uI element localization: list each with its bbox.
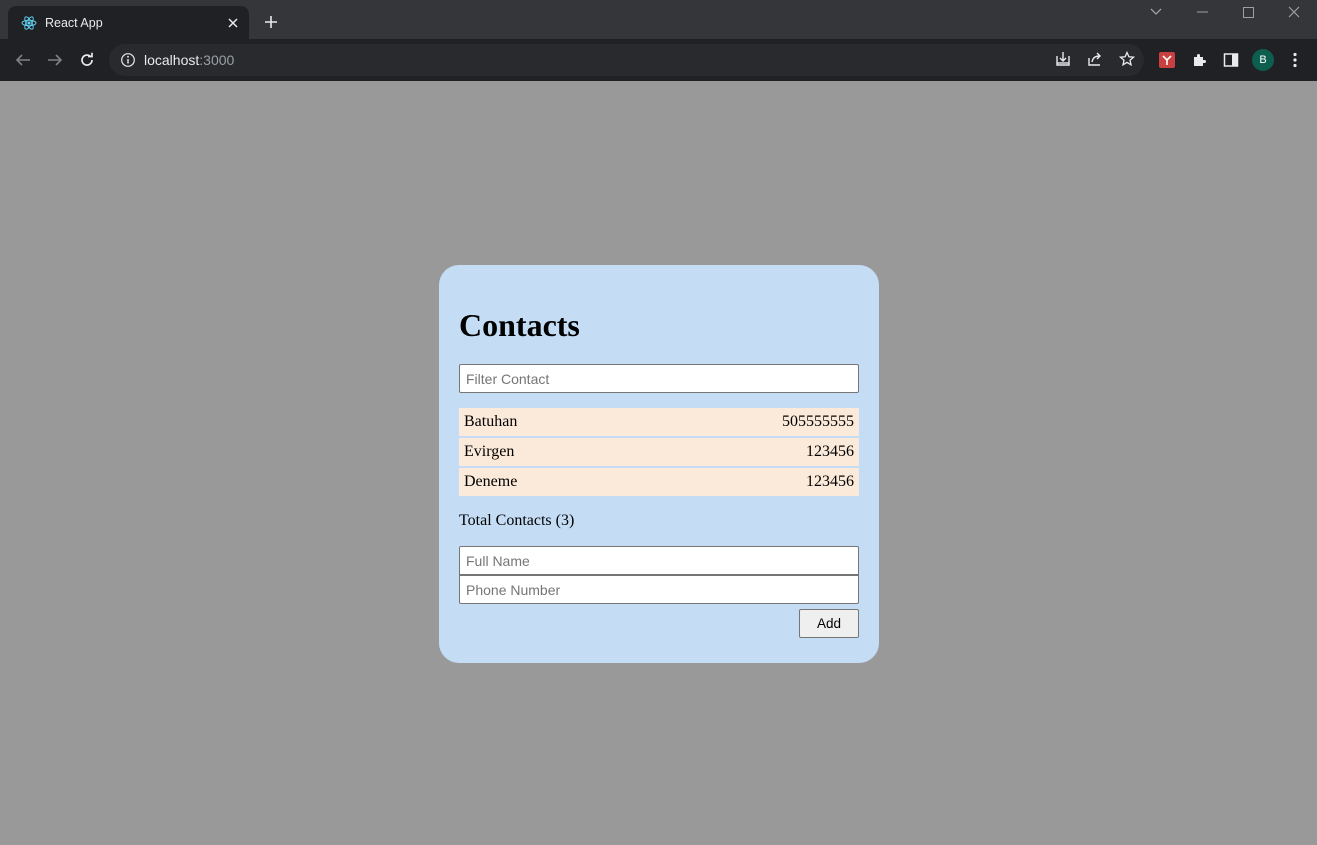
close-window-icon[interactable]: [1271, 0, 1317, 24]
maximize-icon[interactable]: [1225, 0, 1271, 24]
tab-title: React App: [45, 15, 103, 30]
add-button[interactable]: Add: [799, 609, 859, 638]
list-item: Deneme 123456: [459, 468, 859, 496]
browser-titlebar: React App: [0, 0, 1317, 39]
minimize-icon[interactable]: [1179, 0, 1225, 24]
menu-kebab-icon[interactable]: [1283, 48, 1307, 72]
url-port: :3000: [199, 52, 235, 68]
list-item: Evirgen 123456: [459, 438, 859, 466]
new-tab-icon[interactable]: [259, 10, 283, 34]
close-tab-icon[interactable]: [223, 13, 243, 33]
contact-name: Evirgen: [464, 443, 515, 460]
url-host: localhost: [144, 52, 200, 68]
react-icon: [21, 15, 37, 30]
contact-phone: 123456: [806, 443, 854, 460]
list-item: Batuhan 505555555: [459, 408, 859, 436]
back-icon[interactable]: [10, 47, 36, 73]
address-bar[interactable]: localhost:3000: [109, 44, 1144, 76]
reload-icon[interactable]: [74, 47, 100, 73]
profile-avatar[interactable]: B: [1252, 49, 1274, 71]
contact-list: Batuhan 505555555 Evirgen 123456 Deneme …: [459, 408, 859, 498]
contact-phone: 123456: [806, 473, 854, 490]
page-title: Contacts: [459, 307, 580, 343]
phone-number-input[interactable]: [459, 575, 859, 604]
extension-icon[interactable]: [1155, 48, 1179, 72]
side-panel-icon[interactable]: [1219, 48, 1243, 72]
browser-toolbar: localhost:3000: [0, 39, 1317, 81]
browser-tab-react-app[interactable]: React App: [8, 6, 249, 39]
share-icon[interactable]: [1083, 47, 1107, 71]
install-app-icon[interactable]: [1051, 47, 1075, 71]
filter-contact-input[interactable]: [459, 364, 859, 393]
contacts-card: Contacts Batuhan 505555555 Evirgen 12345…: [439, 265, 879, 663]
contact-name: Deneme: [464, 473, 518, 490]
bookmark-star-icon[interactable]: [1115, 47, 1139, 71]
full-name-input[interactable]: [459, 546, 859, 575]
total-contacts: Total Contacts (3): [459, 512, 575, 529]
contact-phone: 505555555: [782, 413, 854, 430]
extensions-puzzle-icon[interactable]: [1187, 48, 1211, 72]
site-info-icon[interactable]: [120, 52, 136, 68]
contact-name: Batuhan: [464, 413, 518, 430]
tab-search-icon[interactable]: [1133, 0, 1179, 24]
forward-icon[interactable]: [42, 47, 68, 73]
